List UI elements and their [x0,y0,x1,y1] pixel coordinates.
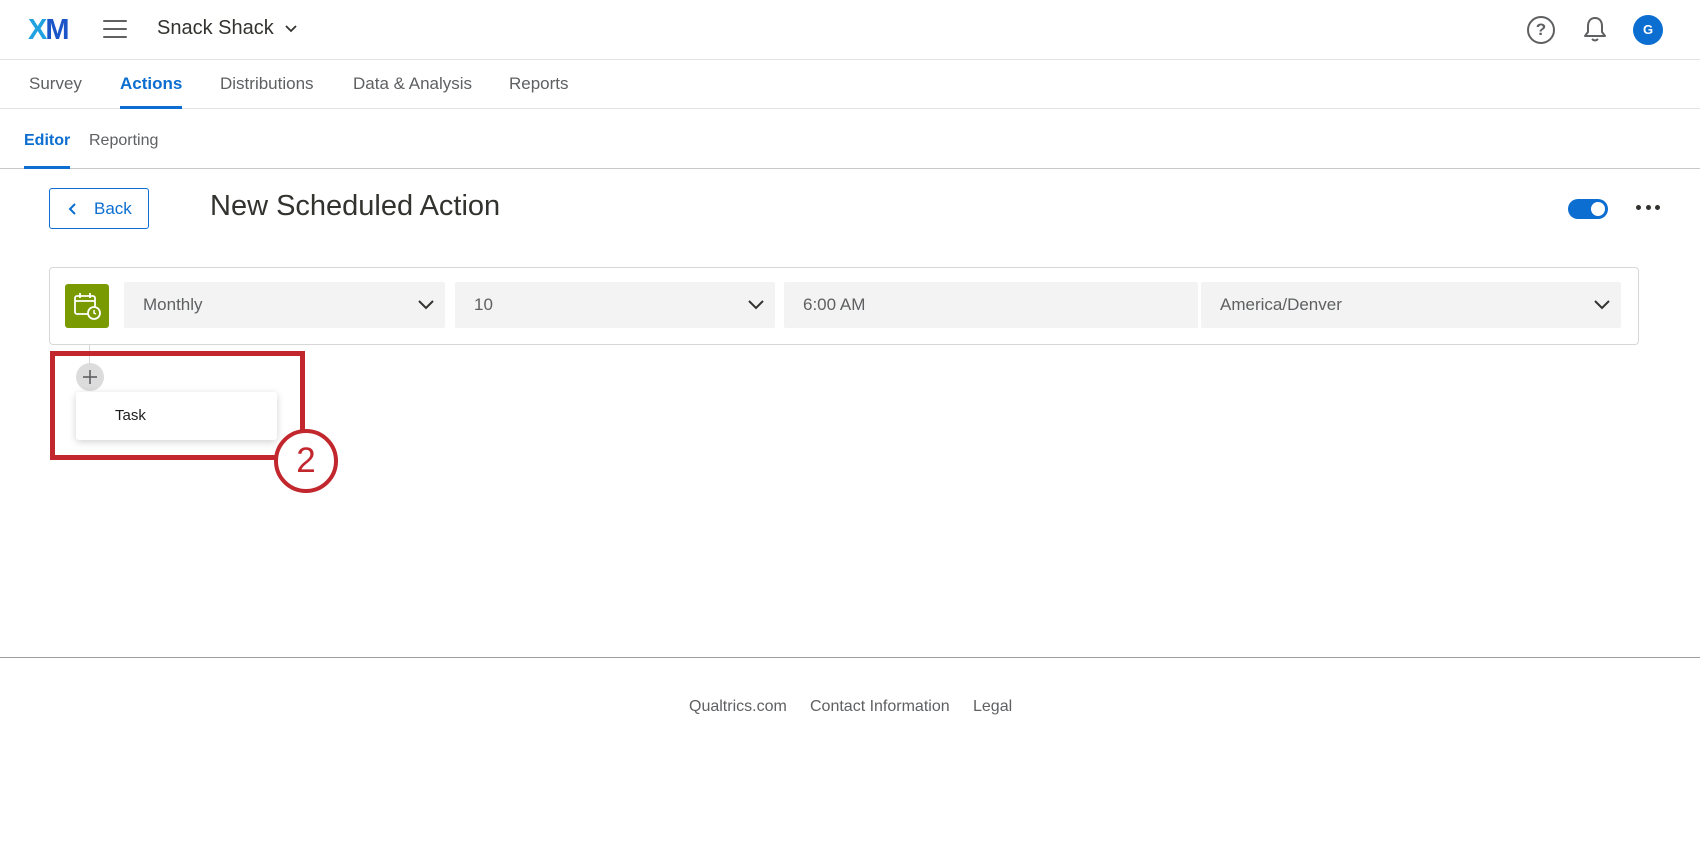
action-enabled-toggle[interactable] [1568,199,1608,219]
chevron-down-icon [418,300,434,310]
notification-bell-icon[interactable] [1582,15,1608,43]
tab-data-analysis[interactable]: Data & Analysis [353,74,472,109]
toggle-knob [1591,202,1605,216]
more-options-icon[interactable] [1636,205,1660,211]
day-value: 10 [474,295,493,314]
project-name: Snack Shack [157,17,274,39]
time-value: 6:00 AM [803,295,866,314]
annotation-highlight-box [50,351,305,460]
footer-link-qualtrics[interactable]: Qualtrics.com [689,698,787,716]
tab-survey[interactable]: Survey [29,74,82,109]
tab-reporting[interactable]: Reporting [89,132,158,169]
footer: Qualtrics.com Contact Information Legal [0,657,1700,850]
chevron-down-icon [1594,300,1610,310]
timezone-dropdown[interactable]: America/Denver [1201,282,1621,328]
sub-tabs: Editor Reporting [0,109,1700,169]
tab-editor[interactable]: Editor [24,132,71,169]
day-dropdown[interactable]: 10 [455,282,775,328]
project-selector[interactable]: Snack Shack [157,17,298,40]
hamburger-menu-icon[interactable] [103,20,127,38]
tab-actions[interactable]: Actions [120,74,183,109]
main-tabs: Survey Actions Distributions Data & Anal… [0,60,1700,109]
footer-link-contact[interactable]: Contact Information [810,698,950,716]
xm-logo[interactable]: XM [28,14,70,47]
page-title: New Scheduled Action [210,190,501,222]
user-avatar[interactable]: G [1633,15,1663,45]
help-icon[interactable]: ? [1527,16,1555,44]
chevron-down-icon [285,24,297,32]
top-bar: XM Snack Shack ? G [0,0,1700,60]
timezone-value: America/Denver [1220,295,1342,314]
frequency-value: Monthly [143,295,203,314]
back-button[interactable]: Back [49,188,149,229]
footer-link-legal[interactable]: Legal [973,698,1012,716]
tab-reports[interactable]: Reports [509,74,569,109]
frequency-dropdown[interactable]: Monthly [124,282,445,328]
tab-distributions[interactable]: Distributions [220,74,314,109]
annotation-step-badge: 2 [274,429,338,493]
calendar-clock-icon [65,284,109,328]
chevron-left-icon [68,202,76,215]
time-input[interactable]: 6:00 AM [784,282,1198,328]
chevron-down-icon [748,300,764,310]
schedule-trigger-card: Monthly 10 6:00 AM America/Denver [49,267,1639,345]
back-label: Back [94,198,132,218]
